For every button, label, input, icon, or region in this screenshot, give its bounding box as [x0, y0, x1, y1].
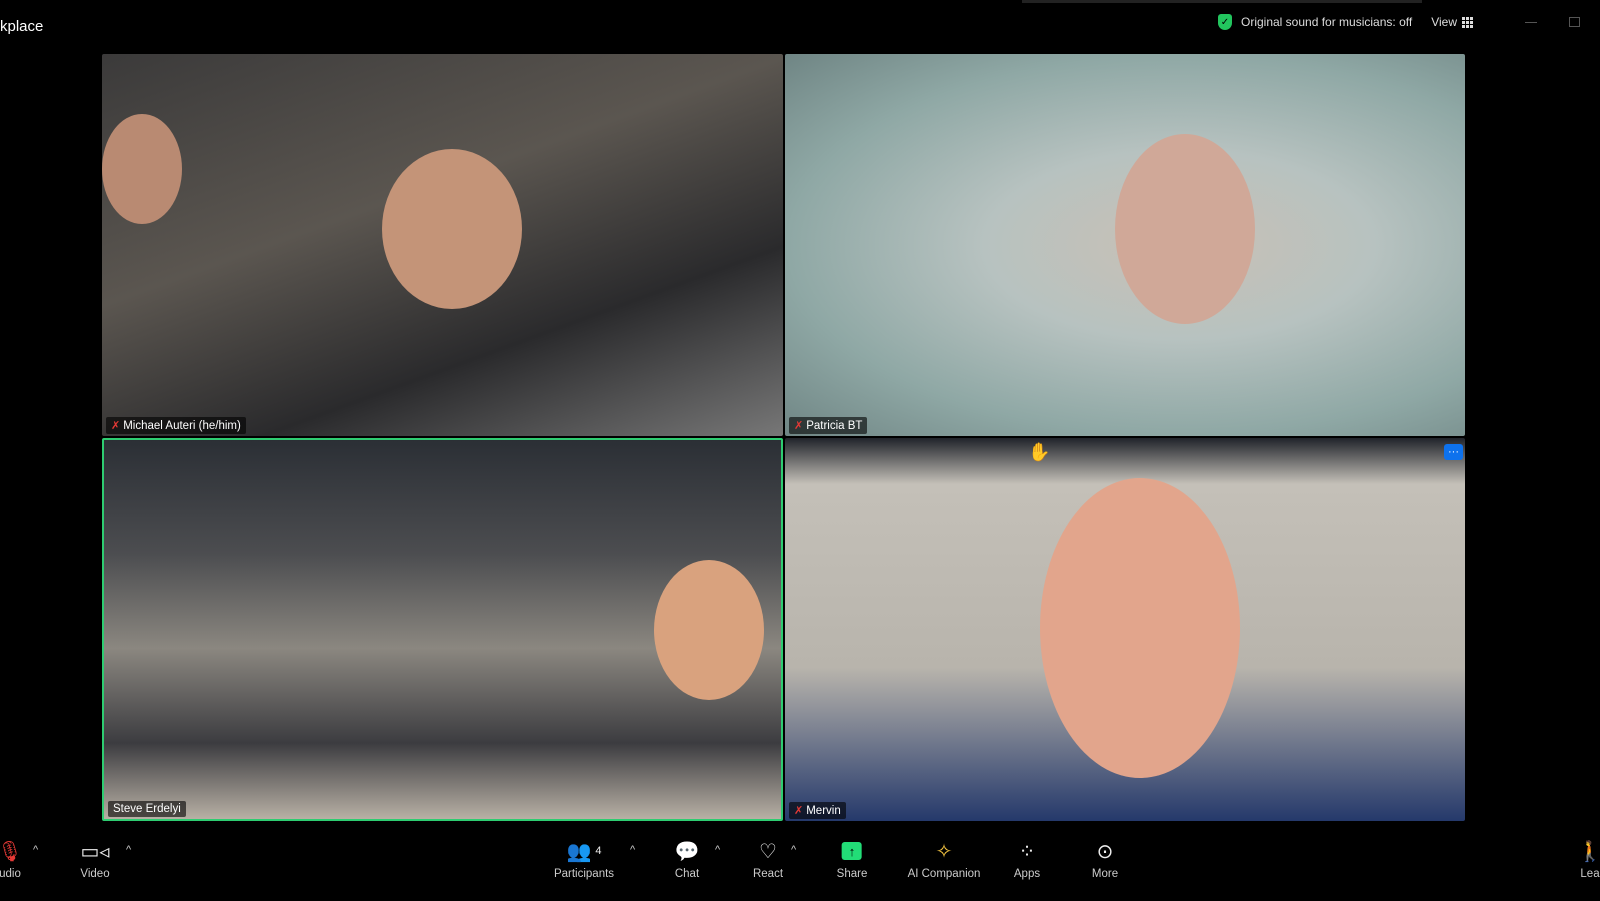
more-button[interactable]: ⊙ More — [1091, 838, 1119, 881]
tile-more-options-button[interactable]: ··· — [1444, 444, 1463, 460]
window-title: kplace — [0, 18, 44, 35]
shield-check-icon: ✓ — [1218, 14, 1232, 30]
view-button[interactable]: View — [1431, 15, 1473, 29]
video-tile[interactable]: ··· ✗ Mervin — [785, 438, 1465, 821]
more-label: More — [1091, 868, 1119, 880]
mic-muted-icon: ✗ — [794, 805, 804, 817]
participants-options-caret[interactable]: ^ — [630, 844, 635, 856]
leave-label: Lea — [1580, 868, 1600, 880]
share-label: Share — [836, 868, 868, 880]
participant-video — [382, 149, 522, 309]
leave-icon: 🚶 — [1577, 840, 1600, 863]
chat-icon: 💬 — [674, 840, 700, 863]
react-label: React — [752, 868, 784, 880]
react-button[interactable]: ♡ React — [752, 838, 784, 881]
video-tile-active-speaker[interactable]: Steve Erdelyi — [102, 438, 783, 821]
apps-button[interactable]: ⁘ Apps — [1013, 838, 1041, 881]
original-sound-status[interactable]: Original sound for musicians: off — [1241, 15, 1412, 29]
more-icon: ⊙ — [1096, 840, 1114, 863]
audio-options-caret[interactable]: ^ — [33, 844, 38, 856]
audio-button[interactable]: 🎙 udio — [0, 838, 23, 881]
participants-label: Participants — [553, 868, 615, 880]
view-label: View — [1431, 15, 1457, 29]
participant-name: Michael Auteri (he/him) — [123, 419, 241, 432]
apps-icon: ⁘ — [1018, 840, 1036, 863]
name-label: ✗ Patricia BT — [789, 417, 868, 434]
audio-label: udio — [0, 868, 21, 880]
meeting-toolbar: 🎙 udio ^ ▭◃ Video ^ 👥 4 Participants ^ 💬 Chat… — [0, 830, 1600, 901]
video-tile[interactable]: ✗ Patricia BT — [785, 54, 1465, 436]
participant-video — [1040, 478, 1240, 778]
participant-video — [102, 114, 182, 224]
participant-name: Steve Erdelyi — [113, 803, 181, 815]
ai-companion-label: AI Companion — [907, 868, 981, 880]
name-label: ✗ Michael Auteri (he/him) — [106, 417, 246, 434]
participant-name: Mervin — [806, 804, 841, 817]
chat-label: Chat — [674, 868, 700, 880]
sparkle-icon: ✧ — [935, 840, 953, 863]
share-arrow-icon: ↑ — [842, 842, 862, 860]
mic-muted-icon: ✗ — [111, 420, 121, 432]
minimize-button[interactable] — [1525, 21, 1537, 23]
mic-muted-icon: ✗ — [794, 420, 804, 432]
heart-icon: ♡ — [759, 840, 777, 863]
name-label: ✗ Mervin — [789, 802, 846, 819]
video-label: Video — [80, 868, 110, 880]
name-label: Steve Erdelyi — [108, 801, 186, 817]
participants-icon: 👥 4 — [566, 840, 602, 863]
chat-button[interactable]: 💬 Chat — [674, 838, 700, 881]
participants-button[interactable]: 👥 4 Participants — [553, 838, 615, 881]
react-options-caret[interactable]: ^ — [791, 844, 796, 856]
video-camera-icon: ▭◃ — [80, 840, 110, 863]
apps-label: Apps — [1013, 868, 1041, 880]
chat-options-caret[interactable]: ^ — [715, 844, 720, 856]
participant-video — [1115, 134, 1255, 324]
top-drag-bar — [1022, 0, 1422, 3]
ai-companion-button[interactable]: ✧ AI Companion — [907, 838, 981, 881]
video-tile[interactable]: ✗ Michael Auteri (he/him) — [102, 54, 783, 436]
grid-icon — [1462, 16, 1473, 28]
video-button[interactable]: ▭◃ Video — [80, 838, 110, 881]
mic-muted-icon: 🎙 — [0, 840, 23, 863]
leave-button[interactable]: 🚶 Lea — [1577, 838, 1600, 881]
video-options-caret[interactable]: ^ — [126, 844, 131, 856]
raised-hand-icon: ✋ — [1028, 442, 1051, 462]
participant-name: Patricia BT — [806, 419, 863, 432]
participant-video — [654, 560, 764, 700]
participants-count: 4 — [595, 845, 602, 857]
restore-button[interactable] — [1569, 17, 1580, 27]
share-button[interactable]: ↑ Share — [836, 838, 868, 880]
header-controls: ✓ Original sound for musicians: off View — [1218, 11, 1600, 33]
